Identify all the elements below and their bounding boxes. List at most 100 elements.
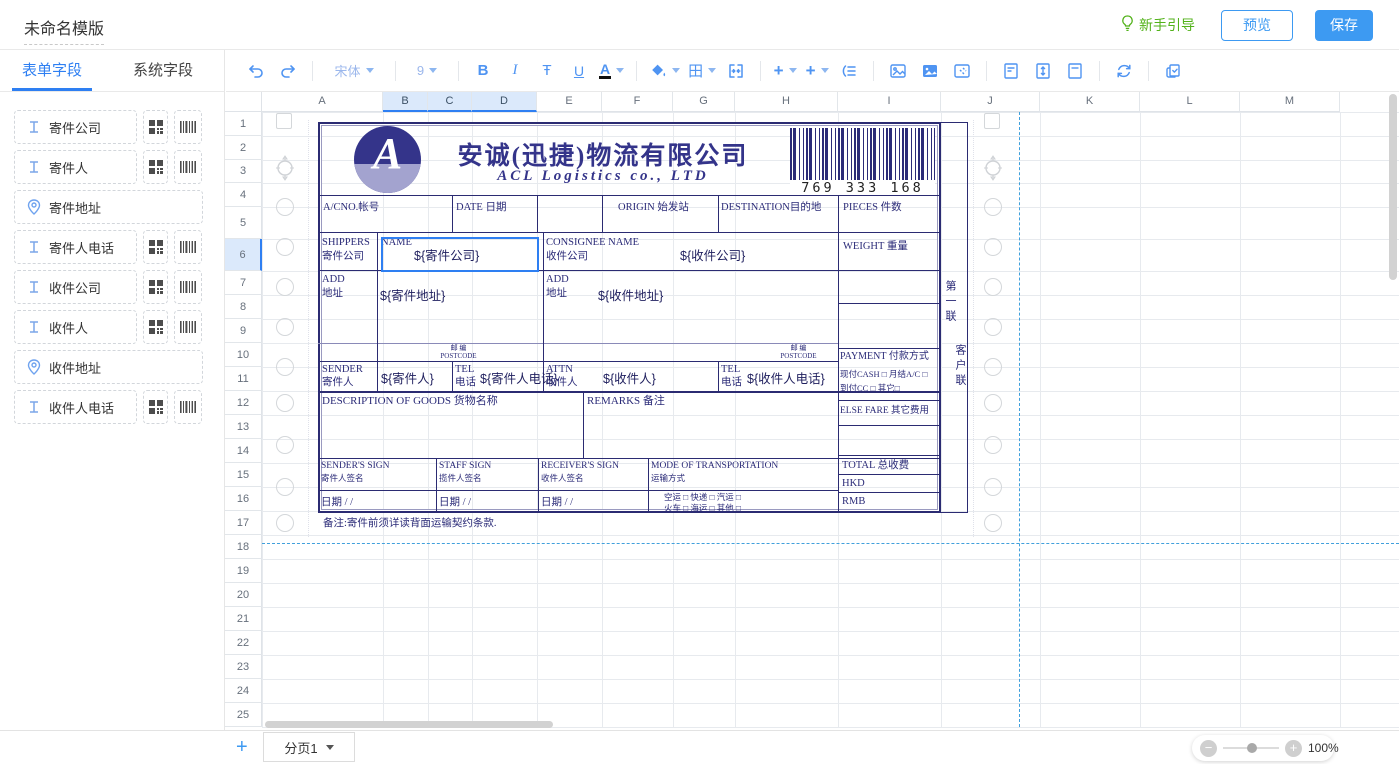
borders-button[interactable]: 田 xyxy=(688,58,716,84)
row-header-2[interactable]: 2 xyxy=(225,136,262,160)
refresh-button[interactable] xyxy=(1112,58,1136,84)
insert-column-button[interactable]: + xyxy=(805,58,829,84)
row-header-5[interactable]: 5 xyxy=(225,207,262,239)
delete-rows-button[interactable] xyxy=(837,58,861,84)
page-setup-button[interactable] xyxy=(1063,58,1087,84)
column-header-H[interactable]: H xyxy=(735,92,838,112)
qr-code-button[interactable] xyxy=(143,390,168,424)
row-header-10[interactable]: 10 xyxy=(225,343,262,367)
fill-color-button[interactable] xyxy=(649,58,680,84)
preview-button[interactable]: 预览 xyxy=(1221,10,1293,41)
sheet-tab[interactable]: 分页1 xyxy=(263,732,355,762)
qr-code-button[interactable] xyxy=(143,150,168,184)
tab-system-fields[interactable]: 系统字段 xyxy=(133,50,193,91)
row-header-8[interactable]: 8 xyxy=(225,295,262,319)
print-area-button[interactable] xyxy=(999,58,1023,84)
column-header-G[interactable]: G xyxy=(673,92,735,112)
column-header-E[interactable]: E xyxy=(537,92,602,112)
column-header-I[interactable]: I xyxy=(838,92,941,112)
row-header-20[interactable]: 20 xyxy=(225,583,262,607)
row-header-9[interactable]: 9 xyxy=(225,319,262,343)
sidebar-field-item[interactable]: 寄件人 xyxy=(14,150,137,184)
row-header-4[interactable]: 4 xyxy=(225,183,262,207)
add-sheet-button[interactable]: + xyxy=(236,736,248,759)
row-header-11[interactable]: 11 xyxy=(225,367,262,391)
column-header-L[interactable]: L xyxy=(1140,92,1240,112)
tab-form-fields[interactable]: 表单字段 xyxy=(22,50,82,91)
underline-button[interactable]: U xyxy=(567,58,591,84)
save-button[interactable]: 保存 xyxy=(1315,10,1373,41)
qr-code-button[interactable] xyxy=(143,270,168,304)
sidebar-field-item[interactable]: 收件地址 xyxy=(14,350,203,384)
sidebar-field-item[interactable]: 寄件人电话 xyxy=(14,230,137,264)
barcode-button[interactable] xyxy=(174,230,202,264)
column-header-M[interactable]: M xyxy=(1240,92,1340,112)
undo-button[interactable] xyxy=(244,58,268,84)
font-family-select[interactable]: 宋体 xyxy=(325,58,383,84)
redo-button[interactable] xyxy=(276,58,300,84)
row-header-15[interactable]: 15 xyxy=(225,463,262,487)
sidebar-field-item[interactable]: 收件人电话 xyxy=(14,390,137,424)
insert-row-button[interactable]: + xyxy=(773,58,797,84)
insert-image-button[interactable] xyxy=(886,58,910,84)
row-header-25[interactable]: 25 xyxy=(225,703,262,727)
zoom-slider-thumb[interactable] xyxy=(1247,743,1257,753)
zoom-slider[interactable] xyxy=(1223,747,1279,749)
row-height-button[interactable] xyxy=(1031,58,1055,84)
beginner-guide-link[interactable]: 新手引导 xyxy=(1120,15,1195,35)
zoom-out-button[interactable]: − xyxy=(1200,740,1217,757)
perforation-line xyxy=(308,120,309,537)
chevron-down-icon xyxy=(708,68,716,73)
watermark-button[interactable] xyxy=(950,58,974,84)
row-header-6[interactable]: 6 xyxy=(225,239,262,271)
merge-cells-button[interactable] xyxy=(724,58,748,84)
row-header-18[interactable]: 18 xyxy=(225,535,262,559)
font-color-button[interactable]: A xyxy=(599,58,624,84)
vertical-scrollbar[interactable] xyxy=(1389,94,1397,280)
row-header-22[interactable]: 22 xyxy=(225,631,262,655)
column-header-D[interactable]: D xyxy=(472,92,537,112)
row-header-17[interactable]: 17 xyxy=(225,511,262,535)
row-header-3[interactable]: 3 xyxy=(225,160,262,183)
font-size-select[interactable]: 9 xyxy=(408,58,446,84)
row-header-13[interactable]: 13 xyxy=(225,415,262,439)
barcode-button[interactable] xyxy=(174,150,202,184)
row-header-7[interactable]: 7 xyxy=(225,271,262,295)
row-header-1[interactable]: 1 xyxy=(225,112,262,136)
row-header-12[interactable]: 12 xyxy=(225,391,262,415)
zoom-in-button[interactable]: + xyxy=(1285,740,1302,757)
column-header-K[interactable]: K xyxy=(1040,92,1140,112)
row-header-21[interactable]: 21 xyxy=(225,607,262,631)
sidebar-tabs: 表单字段 系统字段 xyxy=(0,50,225,92)
barcode-button[interactable] xyxy=(174,310,202,344)
template-title[interactable]: 未命名模版 xyxy=(24,15,104,45)
column-header-C[interactable]: C xyxy=(428,92,472,112)
row-header-24[interactable]: 24 xyxy=(225,679,262,703)
sidebar-field-item[interactable]: 寄件地址 xyxy=(14,190,203,224)
strikethrough-button[interactable]: Ŧ xyxy=(535,58,559,84)
qr-code-button[interactable] xyxy=(143,310,168,344)
horizontal-scrollbar[interactable] xyxy=(265,721,553,728)
barcode-button[interactable] xyxy=(174,270,202,304)
qr-code-button[interactable] xyxy=(143,110,168,144)
row-header-14[interactable]: 14 xyxy=(225,439,262,463)
grid-corner[interactable] xyxy=(225,92,262,112)
duplicate-page-button[interactable] xyxy=(1161,58,1185,84)
column-header-A[interactable]: A xyxy=(262,92,383,112)
row-header-19[interactable]: 19 xyxy=(225,559,262,583)
insert-image-filled-button[interactable] xyxy=(918,58,942,84)
row-header-23[interactable]: 23 xyxy=(225,655,262,679)
row-header-16[interactable]: 16 xyxy=(225,487,262,511)
column-header-F[interactable]: F xyxy=(602,92,673,112)
column-header-B[interactable]: B xyxy=(383,92,428,112)
italic-button[interactable]: I xyxy=(503,58,527,84)
sidebar-field-item[interactable]: 收件人 xyxy=(14,310,137,344)
spreadsheet-canvas[interactable]: A 安诚(迅捷)物流有限公司 ACL Logistics co., LTD 76… xyxy=(225,92,1399,730)
bold-button[interactable]: B xyxy=(471,58,495,84)
qr-code-button[interactable] xyxy=(143,230,168,264)
sidebar-field-item[interactable]: 收件公司 xyxy=(14,270,137,304)
barcode-button[interactable] xyxy=(174,390,202,424)
sidebar-field-item[interactable]: 寄件公司 xyxy=(14,110,137,144)
column-header-J[interactable]: J xyxy=(941,92,1040,112)
barcode-button[interactable] xyxy=(174,110,202,144)
